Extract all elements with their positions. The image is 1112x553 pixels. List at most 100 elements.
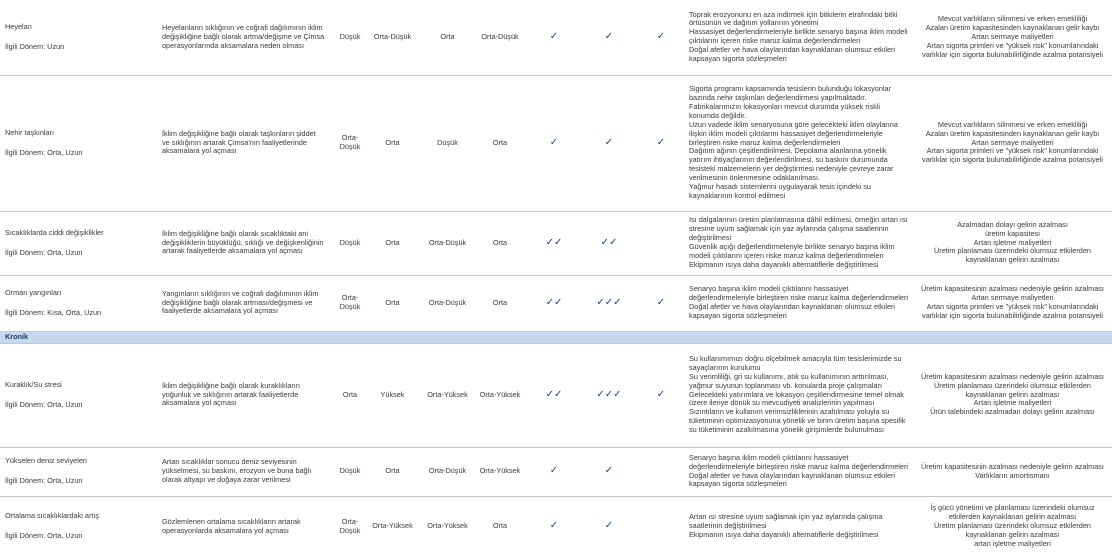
likelihood-cell: Düşük [335, 447, 365, 497]
likelihood-cell: Düşük [335, 0, 365, 76]
action-line: Toprak erozyonunu en aza indirmek için b… [689, 9, 898, 28]
check-column-3-check-icon [635, 211, 687, 276]
financial-impact-line: Üretim planlaması üzerindeki olumsuz etk… [934, 246, 1091, 265]
financial-impact: Üretim kapasitesinin azalması nedeniyle … [913, 275, 1112, 332]
action-line: Gelecekteki yatırımlara ve lokasyon çeşi… [689, 389, 904, 408]
risk-score-cell: Orta [475, 75, 525, 212]
risk-name: Ortalama sıcaklıklardaki artış [5, 511, 100, 521]
mitigation-actions: Toprak erozyonunu en aza indirmek için b… [687, 0, 913, 76]
likelihood-cell: Orta-Düşük [335, 275, 365, 332]
action-line: Doğal afetler ve hava olaylarından kayna… [689, 45, 896, 64]
check-column-1-check-icon: ✓✓ [525, 211, 583, 276]
action-line: Isı dalgalarının üretim planlamasına dâh… [689, 215, 908, 243]
check-column-2-check-icon: ✓✓✓ [583, 343, 635, 448]
check-column-3-check-icon [635, 496, 687, 553]
action-line: Doğal afetler ve hava olaylarından kayna… [689, 302, 896, 320]
risk-period: İlgili Dönem: Orta, Uzun [5, 476, 83, 485]
table-row: Kuraklık/Su stresi İlgili Dönem: Orta, Uz… [0, 343, 1112, 448]
section-header-row: Kronik [0, 331, 1112, 344]
impact-description: Artan sıcaklıklar sonucu deniz seviyesin… [160, 447, 335, 497]
impact-level-cell: Orta [365, 447, 420, 497]
financial-impact-line: Üretim planlaması üzerindeki olumsuz etk… [934, 521, 1091, 539]
mitigation-actions: Artan ısı stresine uyum sağlamak için ya… [687, 496, 913, 553]
climate-risk-table: Heyelan İlgili Dönem: Uzun Heyelanların sı… [0, 0, 1112, 553]
check-column-1-check-icon: ✓✓ [525, 343, 583, 448]
check-column-1-check-icon: ✓ [525, 496, 583, 553]
action-line: Sızıntıların ve kullanım verimsizlikleri… [689, 407, 906, 435]
table-row: Ortalama sıcaklıklardaki artış İlgili Dön… [0, 496, 1112, 553]
risk-cell: Heyelan İlgili Dönem: Uzun [0, 0, 160, 76]
impact-description: İklim değişikliğine bağlı olarak taşkınl… [160, 75, 335, 212]
mitigation-actions: Su kullanımımızı doğru ölçebilmek amacıy… [687, 343, 913, 448]
risk-score-cell: Orta [475, 275, 525, 332]
check-column-3-check-icon: ✓ [635, 343, 687, 448]
risk-period: İlgili Dönem: Kısa, Orta, Uzun [5, 307, 102, 317]
risk-score-cell: Orta-Düşük [475, 0, 525, 76]
risk-cell: Yükselen deniz seviyeleri İlgili Dönem: O… [0, 447, 160, 497]
check-column-3-check-icon: ✓ [635, 0, 687, 76]
check-column-2-check-icon: ✓ [583, 496, 635, 553]
action-line: Artan ısı stresine uyum sağlamak için ya… [689, 512, 883, 531]
impact-level-cell: Orta-Düşük [365, 0, 420, 76]
financial-impact: Azalmadan dolayı gelirin azalması üretim … [913, 211, 1112, 276]
financial-impact-line: Artan sigorta primleri ve "yüksek risk" … [922, 146, 1103, 165]
financial-impact: Üretim kapasitesinin azalması nedeniyle … [913, 343, 1112, 448]
vulnerability-cell: Orta [420, 0, 475, 76]
financial-impact: İş gücü yönetimi ve planlaması üzerindek… [913, 496, 1112, 553]
action-line: Senaryo başına iklim modeli çıktılarını … [689, 284, 908, 303]
table-row: Sıcaklıklarda ciddi değişiklikler İlgili … [0, 211, 1112, 276]
action-line: Sigorta programı kapsamında tesislerin b… [689, 84, 891, 103]
check-column-2-check-icon: ✓ [583, 0, 635, 76]
impact-description: Yangınların sıklığının ve coğrafi dağılı… [160, 275, 335, 332]
impact-level-cell: Orta-Yüksek [365, 496, 420, 553]
action-line: Su kullanımımızı doğru ölçebilmek amacıy… [689, 353, 902, 372]
impact-description: İklim değişikliğine bağlı olarak sıcaklı… [160, 211, 335, 276]
risk-cell: Kuraklık/Su stresi İlgili Dönem: Orta, Uz… [0, 343, 160, 448]
financial-impact-line: Artan sigorta primleri ve "yüksek risk" … [922, 302, 1103, 320]
risk-period: İlgili Dönem: Orta, Uzun [5, 147, 83, 157]
risk-period: İlgili Dönem: Orta, Uzun [5, 399, 83, 409]
check-column-3-check-icon: ✓ [635, 75, 687, 212]
risk-period: İlgili Dönem: Orta, Uzun [5, 247, 83, 257]
financial-impact: Üretim kapasitesinin azalması nedeniyle … [913, 447, 1112, 497]
check-column-1-check-icon: ✓ [525, 75, 583, 212]
impact-level-cell: Orta [365, 275, 420, 332]
financial-impact-line: Artan sigorta primleri ve "yüksek risk" … [922, 40, 1103, 59]
risk-name: Kuraklık/Su stresi [5, 379, 62, 389]
impact-level-cell: Orta [365, 211, 420, 276]
financial-impact-line: Ürün talebindeki azalmadan dolayı geliri… [930, 407, 1095, 417]
check-column-2-check-icon: ✓✓ [583, 211, 635, 276]
table-row: Nehir taşkınları İlgili Dönem: Orta, Uzun… [0, 75, 1112, 212]
table-section-chronic: Kronik [0, 331, 1112, 344]
action-line: Ekipmanın ısıya daha dayanıklı alternati… [689, 259, 879, 269]
likelihood-cell: Orta-Düşük [335, 75, 365, 212]
action-line: Güvenlik açığı değerlendirmeleriyle birl… [689, 242, 895, 260]
risk-score-cell: Orta-Yüksek [475, 447, 525, 497]
section-label: Kronik [0, 331, 1112, 344]
risk-score-cell: Orta [475, 211, 525, 276]
mitigation-actions: Sigorta programı kapsamında tesislerin b… [687, 75, 913, 212]
risk-name: Orman yangınları [5, 287, 62, 297]
financial-impact: Mevcut varlıkların silinmesi ve erken em… [913, 0, 1112, 76]
risk-name: Heyelan [5, 21, 32, 31]
risk-period: İlgili Dönem: Orta, Uzun [5, 531, 83, 540]
vulnerability-cell: Orta-Yüksek [420, 343, 475, 448]
mitigation-actions: Isı dalgalarının üretim planlamasına dâh… [687, 211, 913, 276]
vulnerability-cell: Orta-Düşük [420, 275, 475, 332]
action-line: Ekipmanın ısıya daha dayanıklı alternati… [689, 529, 879, 539]
financial-impact-line: Varlıkların amortismanı [975, 470, 1050, 480]
vulnerability-cell: Düşük [420, 75, 475, 212]
action-line: Yağmur hasadı sistemlerini uygulayarak t… [689, 182, 871, 200]
check-column-3-check-icon [635, 447, 687, 497]
financial-impact-line: Üretim planlaması üzerindeki olumsuz etk… [934, 380, 1091, 399]
check-column-2-check-icon: ✓✓✓ [583, 275, 635, 332]
risk-name: Yükselen deniz seviyeleri [5, 456, 87, 466]
likelihood-cell: Düşük [335, 211, 365, 276]
action-line: Dağıtım ağının çeşitlendirilmesi, Depola… [689, 146, 894, 183]
impact-level-cell: Orta [365, 75, 420, 212]
table-body-acute: Heyelan İlgili Dönem: Uzun Heyelanların sı… [0, 0, 1112, 332]
action-line: Doğal afetler ve hava olaylarından kayna… [689, 470, 896, 489]
risk-name: Sıcaklıklarda ciddi değişiklikler [5, 227, 104, 237]
impact-description: İklim değişikliğine bağlı olarak kuraklı… [160, 343, 335, 448]
financial-impact-line: artan işletme maliyetleri [974, 538, 1051, 548]
